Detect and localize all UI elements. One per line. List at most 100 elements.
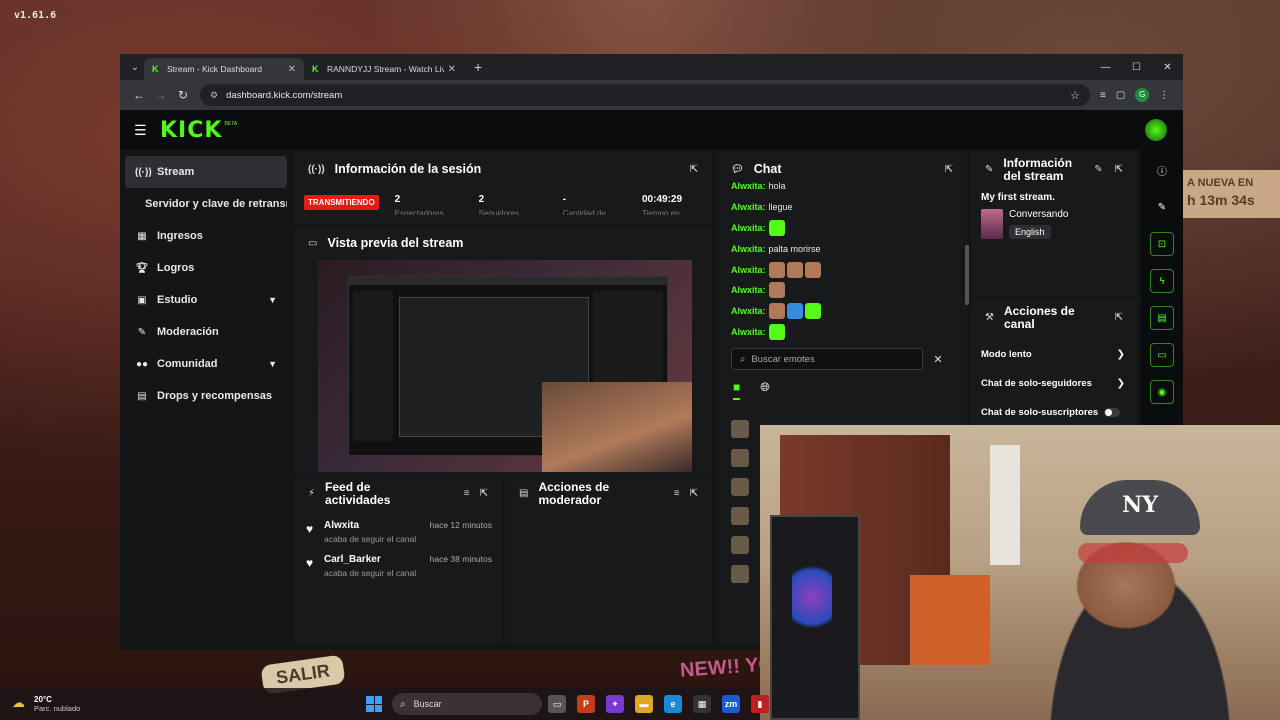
- weather-widget[interactable]: ☁ 20°C Parc. nublado: [0, 695, 80, 713]
- tab-kick-dashboard[interactable]: K Stream - Kick Dashboard ✕: [144, 58, 304, 80]
- chat-text: hola: [768, 181, 786, 192]
- sidebar-item-moderacion[interactable]: ✎ Moderación: [125, 316, 287, 348]
- zoom-icon[interactable]: zm: [722, 695, 740, 713]
- popout-icon[interactable]: ⇱: [945, 164, 953, 175]
- close-icon[interactable]: ✕: [448, 64, 456, 75]
- task-view-icon[interactable]: ▭: [548, 695, 566, 713]
- tab-search-button[interactable]: ⌄: [126, 58, 144, 76]
- store-icon[interactable]: ▦: [693, 695, 711, 713]
- chat-username[interactable]: Alwxita:: [731, 202, 766, 212]
- media-control-icon[interactable]: ≡: [1100, 90, 1106, 101]
- minimize-icon[interactable]: —: [1090, 62, 1121, 73]
- user-avatar[interactable]: [1145, 119, 1167, 141]
- cap-logo: NY: [1122, 492, 1158, 518]
- close-icon[interactable]: ✕: [923, 353, 953, 366]
- panel-title: Feed de actividades: [325, 481, 390, 506]
- taskbar-search[interactable]: ⌕ Buscar: [392, 693, 542, 715]
- clip-icon[interactable]: ⊡: [1150, 232, 1174, 256]
- file-explorer-icon[interactable]: ▬: [635, 695, 653, 713]
- chat-username[interactable]: Alwxita:: [731, 244, 766, 254]
- emote-image: [786, 261, 803, 278]
- feed-user-name[interactable]: Alwxita: [324, 520, 430, 531]
- chat-username[interactable]: Alwxita:: [731, 327, 766, 337]
- sidebar-item-drops[interactable]: ▤ Drops y recompensas: [125, 380, 287, 412]
- document-icon[interactable]: ▤: [1150, 306, 1174, 330]
- emote-search-input[interactable]: ⌕ Buscar emotes: [731, 348, 923, 371]
- sidebar-item-comunidad[interactable]: ●● Comunidad ▼: [125, 348, 287, 380]
- app-icon[interactable]: ▮: [751, 695, 769, 713]
- profile-avatar[interactable]: G: [1135, 88, 1150, 102]
- emote-image[interactable]: [731, 420, 749, 438]
- emote-image[interactable]: [731, 565, 749, 583]
- followers-only-row[interactable]: Chat de solo-seguidores ❯: [971, 369, 1137, 398]
- chat-message: Alwxita:: [731, 218, 953, 239]
- copilot-icon[interactable]: ✦: [606, 695, 624, 713]
- extensions-icon[interactable]: ▢: [1116, 90, 1125, 101]
- new-tab-icon[interactable]: +: [474, 59, 482, 75]
- feed-user-name[interactable]: Carl_Barker: [324, 554, 430, 565]
- banner-line-2: h 13m 34s: [1187, 192, 1255, 209]
- emote-image[interactable]: [731, 536, 749, 554]
- emote-image[interactable]: [731, 449, 749, 467]
- browser-menu-icon[interactable]: ⋮: [1159, 90, 1169, 101]
- powerpoint-icon[interactable]: P: [577, 695, 595, 713]
- info-icon[interactable]: ⓘ: [1150, 158, 1174, 182]
- chat-bubble-icon[interactable]: ▭: [1150, 343, 1174, 367]
- pencil-icon[interactable]: ✎: [1150, 195, 1174, 219]
- reload-icon[interactable]: ↻: [172, 88, 194, 102]
- chat-username[interactable]: Alwxita:: [731, 306, 766, 316]
- popout-icon[interactable]: ⇱: [1115, 164, 1123, 176]
- close-window-icon[interactable]: ✕: [1152, 62, 1183, 73]
- back-icon[interactable]: ←: [128, 88, 150, 102]
- hamburger-menu-icon[interactable]: ☰: [134, 122, 154, 139]
- stat-value: 00:49:29: [642, 194, 683, 205]
- lightning-icon[interactable]: ϟ: [1150, 269, 1174, 293]
- forward-icon[interactable]: →: [150, 88, 172, 102]
- kick-logo[interactable]: KICK: [160, 118, 222, 143]
- maximize-icon[interactable]: ☐: [1121, 62, 1152, 73]
- webcam-boxes: [910, 575, 990, 665]
- chat-scrollbar[interactable]: [965, 245, 969, 305]
- wrench-icon: ✎: [137, 326, 147, 338]
- tab-randyjj-stream[interactable]: K RANNDYJJ Stream - Watch Live ✕: [304, 58, 464, 80]
- slow-mode-row[interactable]: Modo lento ❯: [971, 340, 1137, 369]
- chevron-right-icon: ❯: [1116, 378, 1125, 389]
- chat-username[interactable]: Alwxita:: [731, 181, 766, 191]
- emote-image[interactable]: [731, 507, 749, 525]
- chat-username[interactable]: Alwxita:: [731, 285, 766, 295]
- subscribers-only-toggle[interactable]: [1104, 408, 1121, 417]
- chat-username[interactable]: Alwxita:: [731, 223, 766, 233]
- chat-username[interactable]: Alwxita:: [731, 265, 766, 275]
- sidebar-item-estudio[interactable]: ▣ Estudio ▼: [125, 284, 287, 316]
- sidebar-item-ingresos[interactable]: ▦ Ingresos: [125, 220, 287, 252]
- close-icon[interactable]: ✕: [288, 64, 296, 75]
- stream-category: Conversando: [1009, 209, 1069, 220]
- edge-icon[interactable]: e: [664, 695, 682, 713]
- globe-emotes-tab-icon[interactable]: 🌐︎: [760, 380, 770, 400]
- windows-start-icon[interactable]: [366, 696, 382, 712]
- broadcast-icon[interactable]: ◉: [1150, 380, 1174, 404]
- emote-image[interactable]: [731, 478, 749, 496]
- site-info-icon[interactable]: ⚙: [210, 90, 218, 101]
- edit-icon[interactable]: ✎: [1094, 164, 1102, 176]
- sidebar-item-logros[interactable]: 🏆︎ Logros: [125, 252, 287, 284]
- sidebar-item-label: Logros: [157, 262, 195, 274]
- filter-icon[interactable]: ≡: [674, 488, 680, 500]
- stream-preview-video[interactable]: [318, 260, 692, 472]
- filter-icon[interactable]: ≡: [464, 488, 470, 500]
- popout-icon[interactable]: ⇱: [690, 488, 698, 500]
- bookmark-star-icon[interactable]: ☆: [1070, 89, 1080, 102]
- url-input[interactable]: ⚙ dashboard.kick.com/stream ☆: [200, 84, 1090, 106]
- info-title-2: del stream: [1003, 169, 1064, 183]
- popout-icon[interactable]: ⇱: [480, 488, 488, 500]
- sidebar-item-server-key[interactable]: Servidor y clave de retransmisión: [125, 188, 287, 220]
- popout-icon[interactable]: ⇱: [1115, 312, 1123, 324]
- sidebar-item-stream[interactable]: ((·)) Stream: [125, 156, 287, 188]
- popout-icon[interactable]: ⇱: [690, 164, 698, 175]
- chat-messages: Alwxita: hola Alwxita: llegue Alwxita: A…: [717, 176, 967, 342]
- kick-emotes-tab-icon[interactable]: ■: [733, 380, 741, 401]
- emote-search: ⌕ Buscar emotes ✕: [731, 348, 953, 371]
- search-icon: ⌕: [400, 698, 406, 710]
- lightning-icon: ⚡︎: [308, 487, 316, 499]
- row-label: Chat de solo-seguidores: [981, 378, 1092, 389]
